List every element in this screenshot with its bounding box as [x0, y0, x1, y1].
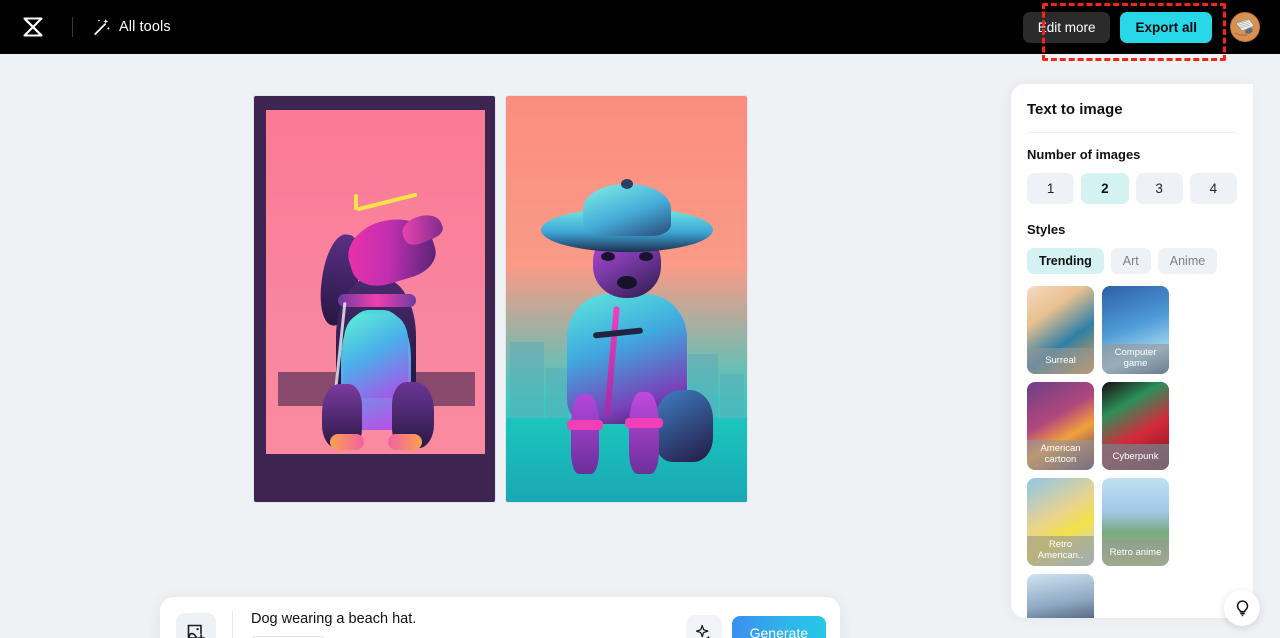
artwork-1-dog	[314, 192, 445, 450]
style-card-label: Retro American..	[1027, 536, 1094, 566]
export-all-button[interactable]: Export all	[1120, 11, 1212, 43]
style-card-oil-painting-anime[interactable]: Oil painting anime	[1027, 574, 1094, 618]
enhance-prompt-button[interactable]	[685, 615, 722, 638]
edit-more-button[interactable]: Edit more	[1022, 11, 1111, 43]
style-card-label: American cartoon	[1027, 440, 1094, 470]
prompt-content: Dog wearing a beach hat. Cyberpunk	[251, 610, 686, 638]
styles-grid: Surreal Computer game American cartoon C…	[1027, 286, 1237, 618]
style-thumbnail	[1027, 574, 1094, 618]
generated-image-2[interactable]	[506, 96, 747, 502]
help-tips-button[interactable]	[1224, 590, 1260, 626]
count-option-4[interactable]: 4	[1189, 173, 1237, 204]
top-bar-actions: Edit more Export all	[1022, 11, 1266, 43]
panel-divider	[1027, 132, 1237, 133]
capcut-text-to-image-app: All tools Edit more Export all Dog weari…	[0, 0, 1280, 638]
capcut-logo-icon[interactable]	[20, 14, 46, 40]
artwork-1-canvas	[266, 110, 485, 454]
style-tab-anime[interactable]: Anime	[1157, 248, 1218, 274]
prompt-divider	[232, 611, 233, 638]
add-image-icon	[187, 624, 205, 638]
style-tab-art[interactable]: Art	[1110, 248, 1151, 274]
artwork-1-frame	[254, 96, 495, 502]
lightbulb-icon	[1236, 599, 1248, 616]
style-card-label: Retro anime	[1102, 540, 1169, 566]
all-tools-label: All tools	[119, 19, 171, 35]
style-tab-trending[interactable]: Trending	[1027, 248, 1104, 274]
count-option-1[interactable]: 1	[1027, 173, 1075, 204]
style-card-retro-american[interactable]: Retro American..	[1027, 478, 1094, 566]
number-of-images-group: 1 2 3 4	[1027, 173, 1237, 204]
styles-tab-group: Trending Art Anime	[1027, 248, 1237, 274]
style-card-label: Computer game	[1102, 344, 1169, 374]
number-of-images-label: Number of images	[1027, 147, 1141, 162]
canvas-area: Dog wearing a beach hat. Cyberpunk Gener…	[0, 54, 1011, 638]
magic-wand-icon	[94, 18, 110, 35]
panel-title: Text to image	[1027, 101, 1123, 118]
style-card-retro-anime[interactable]: Retro anime	[1102, 478, 1169, 566]
count-option-3[interactable]: 3	[1135, 173, 1183, 204]
avatar[interactable]	[1230, 12, 1260, 42]
style-card-cyberpunk[interactable]: Cyberpunk	[1102, 382, 1169, 470]
style-card-computer-game[interactable]: Computer game	[1102, 286, 1169, 374]
style-card-label: Surreal	[1027, 348, 1094, 374]
artwork-2-dog	[537, 179, 717, 484]
prompt-input[interactable]: Dog wearing a beach hat.	[251, 610, 686, 629]
avatar-illustration-icon	[1231, 13, 1259, 41]
artwork-2-canvas	[506, 96, 747, 502]
prompt-bar: Dog wearing a beach hat. Cyberpunk Gener…	[160, 597, 840, 638]
all-tools-button[interactable]: All tools	[91, 18, 171, 37]
style-card-surreal[interactable]: Surreal	[1027, 286, 1094, 374]
style-card-label: Cyberpunk	[1102, 444, 1169, 470]
generate-button[interactable]: Generate	[731, 616, 826, 638]
generated-image-1[interactable]	[254, 96, 495, 502]
top-bar: All tools Edit more Export all	[0, 0, 1280, 54]
generated-results	[254, 96, 747, 502]
text-to-image-panel: Text to image Number of images 1 2 3 4 S…	[1011, 84, 1253, 618]
style-card-american-cartoon[interactable]: American cartoon	[1027, 382, 1094, 470]
top-bar-divider	[72, 17, 73, 37]
add-image-button[interactable]	[176, 613, 216, 638]
count-option-2[interactable]: 2	[1081, 173, 1129, 204]
sparkle-icon	[696, 624, 711, 638]
styles-label: Styles	[1027, 222, 1066, 237]
